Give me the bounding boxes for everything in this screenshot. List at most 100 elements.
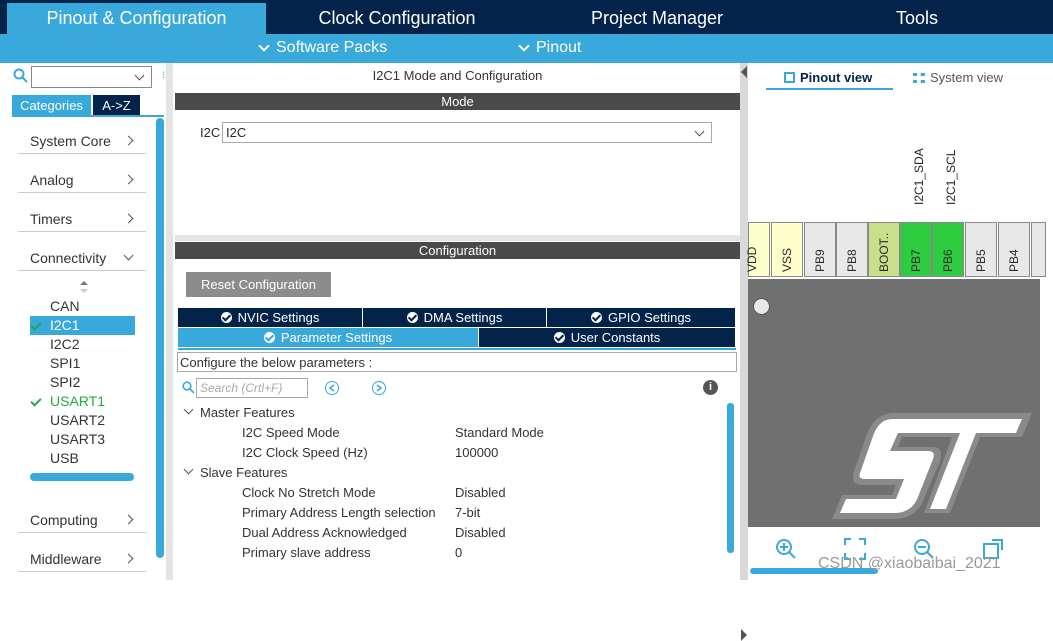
pin-pb4[interactable]: PB4 <box>998 222 1030 277</box>
category-search-input[interactable] <box>31 66 152 88</box>
pin-pb8[interactable]: PB8 <box>836 222 868 277</box>
check-circle-icon <box>553 332 565 343</box>
tab-system-view[interactable]: System view <box>913 70 1003 85</box>
category-label: Connectivity <box>30 250 107 266</box>
param-name: Primary slave address <box>242 545 371 560</box>
param-name: I2C Speed Mode <box>242 425 340 440</box>
pin-label: PB5 <box>974 249 988 272</box>
category-connectivity[interactable]: Connectivity <box>18 245 146 271</box>
peripheral-i2c2[interactable]: I2C2 <box>30 335 135 354</box>
tab-underline <box>766 88 893 90</box>
peripheral-usart3[interactable]: USART3 <box>30 430 135 449</box>
tab-pinout-view[interactable]: Pinout view <box>766 70 892 90</box>
category-middleware[interactable]: Middleware <box>18 546 146 572</box>
reset-configuration-button[interactable]: Reset Configuration <box>186 272 331 297</box>
info-icon[interactable]: i <box>703 380 718 395</box>
splitter-left[interactable] <box>166 63 173 580</box>
tab-tools[interactable]: Tools <box>788 3 1046 34</box>
i2c-mode-label: I2C <box>200 125 221 140</box>
i2c-mode-select[interactable]: I2C <box>222 122 712 143</box>
pin-pb6[interactable]: PB6 <box>932 222 964 277</box>
chevron-down-icon <box>134 70 145 81</box>
grid-icon <box>913 73 925 83</box>
param-name: Dual Address Acknowledged <box>242 525 407 540</box>
group-master-features[interactable]: Master Features <box>200 405 295 420</box>
tab-label: Pinout view <box>800 70 873 85</box>
param-value[interactable]: 0 <box>455 545 462 560</box>
category-computing[interactable]: Computing <box>18 507 146 533</box>
tab-project-manager[interactable]: Project Manager <box>528 3 786 34</box>
configure-hint: Configure the below parameters : <box>177 352 737 372</box>
pinout-menu-label: Pinout <box>536 39 582 56</box>
signal-label-scl: I2C1_SCL <box>944 149 958 205</box>
param-value[interactable]: Disabled <box>455 485 506 500</box>
tab-user-constants[interactable]: User Constants <box>479 328 736 347</box>
tab-nvic-settings[interactable]: NVIC Settings <box>178 308 363 327</box>
collapse-right-icon[interactable] <box>741 629 747 641</box>
group-slave-features[interactable]: Slave Features <box>200 465 287 480</box>
chevron-down-icon[interactable] <box>183 404 194 415</box>
i2c-mode-value: I2C <box>226 125 247 140</box>
tab-parameter-settings[interactable]: Parameter Settings <box>178 328 479 347</box>
chevron-down-icon[interactable] <box>183 464 194 475</box>
peripheral-usb[interactable]: USB <box>30 449 135 468</box>
pin-pb5[interactable]: PB5 <box>965 222 997 277</box>
pinout-menu[interactable]: Pinout <box>518 39 582 57</box>
mode-section-header: Mode <box>175 93 740 110</box>
configuration-section-header: Configuration <box>175 242 740 259</box>
param-value[interactable]: 100000 <box>455 445 498 460</box>
parameter-search-input[interactable]: Search (Crtl+F) <box>196 378 308 398</box>
pin-vss[interactable]: VSS <box>771 222 803 277</box>
tab-label: NVIC Settings <box>237 310 320 325</box>
sort-icon[interactable] <box>79 281 89 293</box>
chevron-down-icon <box>518 40 530 52</box>
check-circle-icon <box>406 312 418 323</box>
tab-dma-settings[interactable]: DMA Settings <box>363 308 547 327</box>
sidebar-scrollbar[interactable] <box>156 118 164 558</box>
watermark: CSDN @xiaobaibai_2021 <box>818 555 1001 572</box>
parameter-scrollbar[interactable] <box>727 403 734 553</box>
peripheral-i2c1[interactable]: I2C1 <box>30 316 135 335</box>
tab-a-z[interactable]: A->Z <box>93 95 140 115</box>
list-horizontal-scrollbar[interactable] <box>30 473 134 481</box>
pin1-marker <box>753 298 770 315</box>
tab-categories[interactable]: Categories <box>12 95 91 115</box>
collapse-handle[interactable]: ⁝ <box>162 70 165 81</box>
pin-pb7[interactable]: PB7 <box>900 222 932 277</box>
panel-title: I2C1 Mode and Configuration <box>372 68 543 83</box>
tab-label: DMA Settings <box>423 310 503 325</box>
collapse-left-icon[interactable] <box>741 66 747 78</box>
peripheral-label: USART1 <box>50 393 105 409</box>
tab-clock-configuration[interactable]: Clock Configuration <box>268 3 526 34</box>
pin-label: PB4 <box>1007 249 1021 272</box>
pin-pb9[interactable]: PB9 <box>804 222 836 277</box>
chevron-right-icon <box>123 553 134 564</box>
tab-pinout-configuration[interactable]: Pinout & Configuration <box>7 3 266 34</box>
peripheral-spi1[interactable]: SPI1 <box>30 354 135 373</box>
next-match-icon[interactable] <box>372 381 386 395</box>
peripheral-usart2[interactable]: USART2 <box>30 411 135 430</box>
pin-vdd[interactable]: VDD <box>745 222 770 277</box>
category-system-core[interactable]: System Core <box>18 128 146 154</box>
tab-underline <box>12 115 164 117</box>
zoom-in-icon[interactable] <box>775 538 797 560</box>
category-label: Middleware <box>30 551 102 567</box>
pin-boot[interactable]: BOOT.. <box>868 222 900 277</box>
param-value[interactable]: 7-bit <box>455 505 480 520</box>
peripheral-spi2[interactable]: SPI2 <box>30 373 135 392</box>
software-packs-label: Software Packs <box>276 39 388 56</box>
chevron-right-icon <box>123 213 134 224</box>
tab-gpio-settings[interactable]: GPIO Settings <box>547 308 736 327</box>
category-timers[interactable]: Timers <box>18 206 146 232</box>
param-value[interactable]: Standard Mode <box>455 425 544 440</box>
param-value[interactable]: Disabled <box>455 525 506 540</box>
software-packs-menu[interactable]: Software Packs <box>258 39 388 57</box>
pin-partial[interactable] <box>1031 222 1046 277</box>
peripheral-can[interactable]: CAN <box>30 297 135 316</box>
peripheral-usart1[interactable]: USART1 <box>30 392 135 411</box>
category-analog[interactable]: Analog <box>18 167 146 193</box>
splitter-right[interactable] <box>740 63 748 641</box>
pin-label: VDD <box>745 246 759 272</box>
previous-match-icon[interactable] <box>325 381 339 395</box>
pin-label: PB8 <box>845 249 859 272</box>
